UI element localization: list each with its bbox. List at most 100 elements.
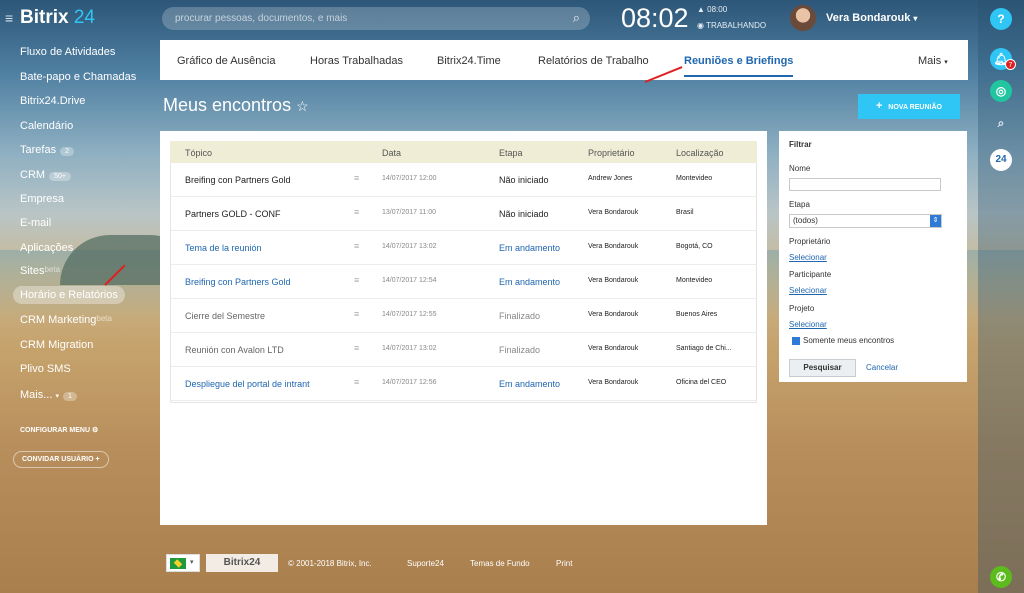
cell-topic[interactable]: Breifing con Partners Gold bbox=[185, 277, 291, 287]
table-row[interactable]: Tema de la reunión ≡ 14/07/2017 13:02 Em… bbox=[170, 231, 757, 265]
logo[interactable]: Bitrix 24 bbox=[20, 7, 95, 29]
footer-support-link[interactable]: Suporte24 bbox=[407, 559, 444, 568]
cell-topic[interactable]: Breifing con Partners Gold bbox=[185, 175, 291, 185]
page-title-text: Meus encontros bbox=[163, 95, 292, 115]
menu-item-time-reports[interactable]: Horário e Relatórios bbox=[13, 286, 125, 304]
table-row[interactable]: Breifing con Partners Gold ≡ 14/07/2017 … bbox=[170, 265, 757, 299]
row-menu-icon[interactable]: ≡ bbox=[354, 377, 359, 387]
menu-item-drive[interactable]: Bitrix24.Drive bbox=[20, 95, 85, 107]
filter-panel: Filtrar Nome Etapa (todos) ⇕ Proprietário… bbox=[779, 131, 967, 382]
avatar[interactable] bbox=[790, 5, 816, 31]
tab-worked-hours[interactable]: Horas Trabalhadas bbox=[310, 55, 403, 67]
cell-topic[interactable]: Tema de la reunión bbox=[185, 243, 262, 253]
search-icon[interactable]: ⌕ bbox=[990, 112, 1012, 134]
menu-item-chat[interactable]: Bate-papo e Chamadas bbox=[20, 71, 136, 83]
cell-stage: Não iniciado bbox=[499, 175, 549, 185]
cancel-link[interactable]: Cancelar bbox=[866, 363, 898, 372]
help-button[interactable]: ? bbox=[990, 8, 1012, 30]
star-icon[interactable]: ☆ bbox=[296, 98, 309, 114]
row-menu-icon[interactable]: ≡ bbox=[354, 343, 359, 353]
clock[interactable]: 08:02 bbox=[621, 3, 689, 34]
tab-work-reports[interactable]: Relatórios de Trabalho bbox=[538, 55, 649, 67]
user-name[interactable]: Vera Bondarouk ▾ bbox=[826, 12, 917, 24]
table-row[interactable]: Despliegue del portal de intrant ≡ 14/07… bbox=[170, 367, 757, 401]
invite-user-button[interactable]: CONVIDAR USUÁRIO + bbox=[13, 451, 109, 468]
name-label: Nome bbox=[789, 164, 811, 173]
cell-owner: Vera Bondarouk bbox=[588, 277, 639, 284]
header-stage[interactable]: Etapa bbox=[499, 148, 523, 158]
cell-stage: Em andamento bbox=[499, 243, 561, 253]
tab-bitrix24-time[interactable]: Bitrix24.Time bbox=[437, 55, 501, 67]
menu-item-activity[interactable]: Fluxo de Atividades bbox=[20, 46, 115, 58]
row-menu-icon[interactable]: ≡ bbox=[354, 309, 359, 319]
table-row[interactable]: Breifing con Partners Gold ≡ 14/07/2017 … bbox=[170, 163, 757, 197]
participant-select-link[interactable]: Selecionar bbox=[789, 286, 827, 295]
cell-stage: Finalizado bbox=[499, 345, 541, 355]
row-menu-icon[interactable]: ≡ bbox=[354, 173, 359, 183]
menu-icon[interactable]: ≡ bbox=[5, 10, 13, 26]
cell-date: 14/07/2017 12:00 bbox=[382, 175, 437, 182]
stage-select[interactable]: (todos) ⇕ bbox=[789, 214, 942, 228]
row-menu-icon[interactable]: ≡ bbox=[354, 207, 359, 217]
language-selector[interactable]: ▾ bbox=[166, 554, 200, 572]
logo-text: Bitrix bbox=[20, 7, 69, 28]
menu-item-company[interactable]: Empresa bbox=[20, 193, 64, 205]
menu-item-crm-migration[interactable]: CRM Migration bbox=[20, 339, 93, 351]
cell-location: Montevideo bbox=[676, 175, 713, 182]
chat-icon[interactable]: ◎ bbox=[990, 80, 1012, 102]
menu-item-sites[interactable]: Sitesbeta bbox=[20, 265, 60, 277]
configure-menu-button[interactable]: CONFIGURAR MENU ⚙ bbox=[20, 426, 98, 434]
footer-print-link[interactable]: Print bbox=[556, 559, 572, 568]
table-row[interactable]: Reunión con Avalon LTD ≡ 14/07/2017 13:0… bbox=[170, 333, 757, 367]
grid-header: Tópico Data Etapa Proprietário Localizaç… bbox=[170, 141, 757, 163]
tab-absence-chart[interactable]: Gráfico de Ausência bbox=[177, 55, 275, 67]
name-input[interactable] bbox=[789, 178, 941, 191]
phone-icon[interactable]: ✆ bbox=[990, 566, 1012, 588]
page-title: Meus encontros ☆ bbox=[163, 95, 309, 116]
cell-date: 14/07/2017 13:02 bbox=[382, 243, 437, 250]
new-meeting-button[interactable]: + NOVA REUNIÃO bbox=[858, 94, 960, 119]
tab-meetings-briefings[interactable]: Reuniões e Briefings bbox=[684, 55, 794, 77]
row-menu-icon[interactable]: ≡ bbox=[354, 241, 359, 251]
header-location[interactable]: Localização bbox=[676, 148, 724, 158]
plus-icon: + bbox=[876, 100, 883, 112]
work-status[interactable]: ◉ TRABALHANDO bbox=[697, 21, 766, 30]
header-date[interactable]: Data bbox=[382, 148, 401, 158]
menu-item-crm[interactable]: CRM 50+ bbox=[20, 169, 71, 181]
menu-item-email[interactable]: E-mail bbox=[20, 217, 51, 229]
meetings-panel: Tópico Data Etapa Proprietário Localizaç… bbox=[160, 131, 767, 525]
cell-owner: Vera Bondarouk bbox=[588, 311, 639, 318]
only-mine-checkbox[interactable] bbox=[792, 337, 800, 345]
logo-number: 24 bbox=[73, 7, 95, 28]
project-select-link[interactable]: Selecionar bbox=[789, 320, 827, 329]
row-menu-icon[interactable]: ≡ bbox=[354, 275, 359, 285]
cell-topic[interactable]: Despliegue del portal de intrant bbox=[185, 379, 310, 389]
bitrix24-icon[interactable]: 24 bbox=[990, 149, 1012, 171]
cell-topic[interactable]: Cierre del Semestre bbox=[185, 311, 265, 321]
top-bar: ≡ Bitrix 24 procurar pessoas, documentos… bbox=[0, 0, 978, 38]
menu-item-crm-marketing[interactable]: CRM Marketingbeta bbox=[20, 314, 112, 326]
menu-item-plivo[interactable]: Plivo SMS bbox=[20, 363, 71, 375]
owner-select-link[interactable]: Selecionar bbox=[789, 253, 827, 262]
footer-themes-link[interactable]: Temas de Fundo bbox=[470, 559, 530, 568]
footer-brand[interactable]: Bitrix24 bbox=[206, 554, 278, 572]
menu-item-tasks[interactable]: Tarefas 2 bbox=[20, 144, 74, 156]
cell-topic[interactable]: Partners GOLD - CONF bbox=[185, 209, 281, 219]
menu-item-label: CRM Marketing bbox=[20, 314, 97, 326]
header-topic[interactable]: Tópico bbox=[185, 148, 212, 158]
search-button[interactable]: Pesquisar bbox=[789, 359, 856, 377]
header-owner[interactable]: Proprietário bbox=[588, 148, 635, 158]
stage-label: Etapa bbox=[789, 200, 810, 209]
menu-item-calendar[interactable]: Calendário bbox=[20, 120, 73, 132]
search-icon[interactable]: ⌕ bbox=[573, 10, 580, 26]
tab-more[interactable]: Mais ▾ bbox=[918, 55, 948, 67]
menu-item-more[interactable]: Mais... ▾ 1 bbox=[20, 389, 77, 401]
table-row[interactable]: Partners GOLD - CONF ≡ 13/07/2017 11:00 … bbox=[170, 197, 757, 231]
chevron-down-icon: ▾ bbox=[944, 59, 948, 66]
search-input[interactable]: procurar pessoas, documentos, e mais ⌕ bbox=[162, 7, 590, 30]
tab-more-label: Mais bbox=[918, 55, 942, 67]
cell-topic[interactable]: Reunión con Avalon LTD bbox=[185, 345, 284, 355]
table-row[interactable]: Cierre del Semestre ≡ 14/07/2017 12:55 F… bbox=[170, 299, 757, 333]
work-start-time: ▲ 08:00 bbox=[697, 5, 728, 14]
menu-item-apps[interactable]: Aplicações bbox=[20, 242, 73, 254]
